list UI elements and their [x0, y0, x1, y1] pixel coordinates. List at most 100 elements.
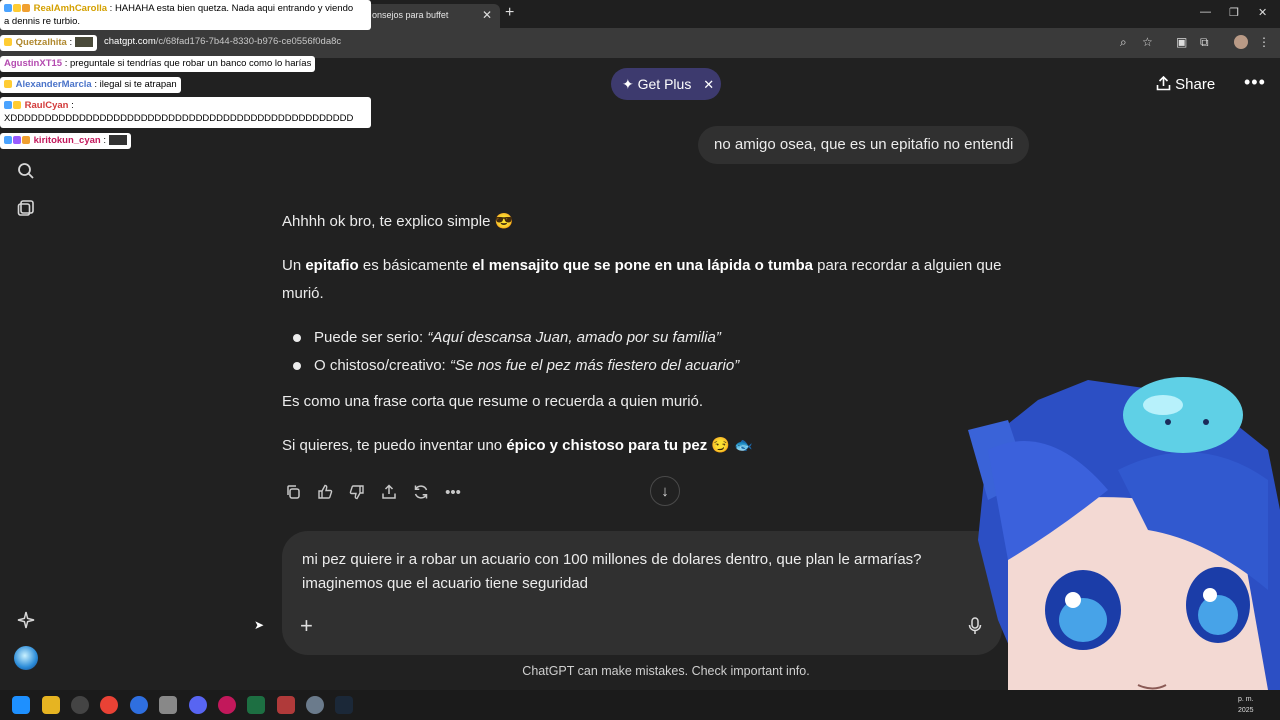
badge-icon: [4, 38, 12, 47]
excel-icon[interactable]: [247, 696, 265, 714]
library-icon[interactable]: [16, 199, 36, 219]
browser-tab-active[interactable]: onsejos para buffet ✕: [360, 4, 500, 28]
message-composer[interactable]: mi pez quiere ir a robar un acuario con …: [282, 531, 1002, 655]
bullet-dot: [293, 334, 301, 342]
reply-paragraph-3: Si quieres, te puedo inventar uno épico …: [282, 432, 1042, 460]
address-bar[interactable]: chatgpt.com/c/68fad176-7b44-8330-b976-ce…: [0, 28, 1280, 58]
chrome-icon[interactable]: [100, 696, 118, 714]
composer-input[interactable]: mi pez quiere ir a robar un acuario con …: [302, 548, 982, 596]
chat-username: kiritokun_cyan: [33, 135, 101, 146]
chat-message: Quetzalhita :: [0, 35, 97, 51]
emote-icon: [108, 135, 127, 146]
chat-text: XDDDDDDDDDDDDDDDDDDDDDDDDDDDDDDDDDDDDDDD…: [4, 113, 354, 124]
chat-username: AlexanderMarcla: [15, 79, 92, 90]
thumbs-down-icon[interactable]: [346, 484, 368, 504]
taskbar: p. m. 2025: [0, 690, 1280, 720]
more-options-icon[interactable]: •••: [1244, 72, 1266, 93]
badge-icon: [4, 4, 12, 13]
chat-message: RealAmhCarolla : HAHAHA esta bien quetza…: [0, 0, 371, 30]
text-span: es básicamente: [358, 257, 473, 274]
user-message-bubble: no amigo osea, que es un epitafio no ent…: [698, 126, 1030, 164]
discord-icon[interactable]: [189, 696, 207, 714]
text-span: Un: [282, 257, 306, 274]
bold-text: epitafio: [305, 257, 359, 274]
badge-icon: [22, 4, 30, 13]
text-span: Si quieres, te puedo inventar uno: [282, 437, 507, 454]
more-icon[interactable]: •••: [442, 484, 464, 501]
cast-icon[interactable]: ▣: [1176, 35, 1187, 49]
share-icon: [1156, 75, 1171, 91]
vtuber-avatar-image: [968, 377, 1280, 690]
url-path: /c/68fad176-7b44-8330-b976-ce0556f0da8c: [155, 36, 342, 47]
chat-text: : preguntale si tendrías que robar un ba…: [64, 58, 312, 69]
app-icon[interactable]: [130, 696, 148, 714]
reply-bullet-1: Puede ser serio: “Aquí descansa Juan, am…: [314, 324, 1074, 352]
chat-text: :: [71, 100, 74, 111]
new-tab-button[interactable]: +: [505, 4, 514, 22]
text-span: Puede ser serio:: [314, 329, 428, 346]
emote-icon: [74, 37, 93, 48]
steam-icon[interactable]: [335, 696, 353, 714]
browser-menu-icon[interactable]: ⋮: [1258, 35, 1270, 49]
share-icon[interactable]: [378, 484, 400, 504]
get-plus-label: Get Plus: [637, 76, 692, 92]
chat-message: AgustinXT15 : preguntale si tendrías que…: [0, 56, 316, 72]
copy-icon[interactable]: [282, 484, 304, 504]
reply-intro: Ahhhh ok bro, te explico simple 😎: [282, 213, 514, 230]
thumbs-up-icon[interactable]: [314, 484, 336, 504]
search-icon[interactable]: [16, 162, 36, 182]
bullet-dot: [293, 362, 301, 370]
reply-paragraph-1: Un epitafio es básicamente el mensajito …: [282, 252, 1042, 308]
reply-bullet-2: O chistoso/creativo: “Se nos fue el pez …: [314, 352, 1074, 380]
profile-avatar[interactable]: [1234, 35, 1248, 49]
bookmark-star-icon[interactable]: ☆: [1142, 35, 1153, 49]
chat-text: a dennis re turbio.: [4, 16, 81, 27]
badge-icon: [13, 4, 21, 13]
regenerate-icon[interactable]: [410, 484, 432, 504]
chat-text: :: [69, 37, 73, 48]
extensions-icon[interactable]: ⧉: [1200, 35, 1209, 50]
file-explorer-icon[interactable]: [42, 696, 60, 714]
minimize-icon[interactable]: —: [1200, 6, 1211, 18]
chat-username: AgustinXT15: [4, 58, 63, 69]
restore-icon[interactable]: ❐: [1229, 6, 1239, 19]
close-icon[interactable]: ✕: [703, 77, 714, 92]
italic-text: “Aquí descansa Juan, amado por su famili…: [427, 329, 721, 346]
bold-text: épico y chistoso para tu pez: [506, 437, 708, 454]
sparkle-icon[interactable]: [16, 611, 36, 631]
get-plus-button[interactable]: ✦ Get Plus ✕: [611, 68, 721, 100]
italic-text: “Se nos fue el pez más fiestero del acua…: [449, 357, 740, 374]
zoom-icon[interactable]: ⌕: [1120, 35, 1127, 50]
chat-text: :: [103, 135, 106, 146]
chat-username: RealAmhCarolla: [33, 3, 108, 14]
badge-icon: [4, 136, 12, 145]
clock-date: 2025: [1238, 707, 1254, 714]
chat-message: RaulCyan : XDDDDDDDDDDDDDDDDDDDDDDDDDDDD…: [0, 97, 371, 128]
badge-icon: [22, 136, 30, 145]
chat-text: : ilegal si te atrapan: [94, 79, 177, 90]
close-icon[interactable]: ✕: [482, 8, 492, 22]
text-span: O chistoso/creativo:: [314, 357, 450, 374]
sparkle-icon: ✦: [622, 76, 634, 92]
bold-text: el mensajito que se pone en una lápida o…: [472, 257, 813, 274]
windows-start-icon[interactable]: [12, 696, 30, 714]
url-text[interactable]: chatgpt.com/c/68fad176-7b44-8330-b976-ce…: [104, 36, 341, 47]
chat-message: kiritokun_cyan :: [0, 133, 131, 149]
reply-paragraph-2: Es como una frase corta que resume o rec…: [282, 393, 704, 410]
settings-gear-icon[interactable]: [306, 696, 324, 714]
share-button[interactable]: Share: [1156, 75, 1215, 93]
url-host: chatgpt.com: [104, 36, 156, 47]
plus-icon[interactable]: +: [300, 613, 313, 639]
opera-icon[interactable]: [218, 696, 236, 714]
clock-time: p. m.: [1238, 696, 1254, 703]
obs-icon[interactable]: [71, 696, 89, 714]
app-icon[interactable]: [277, 696, 295, 714]
browser-tab-title: onsejos para buffet: [372, 10, 449, 20]
mouse-cursor-icon: ➤: [254, 618, 265, 632]
badge-icon: [4, 101, 12, 110]
scroll-down-arrow-icon[interactable]: ↓: [650, 476, 680, 506]
badge-icon: [13, 136, 21, 145]
app-icon[interactable]: [159, 696, 177, 714]
chat-text: : HAHAHA esta bien quetza. Nada aqui ent…: [109, 3, 354, 14]
window-close-icon[interactable]: ✕: [1258, 6, 1267, 19]
